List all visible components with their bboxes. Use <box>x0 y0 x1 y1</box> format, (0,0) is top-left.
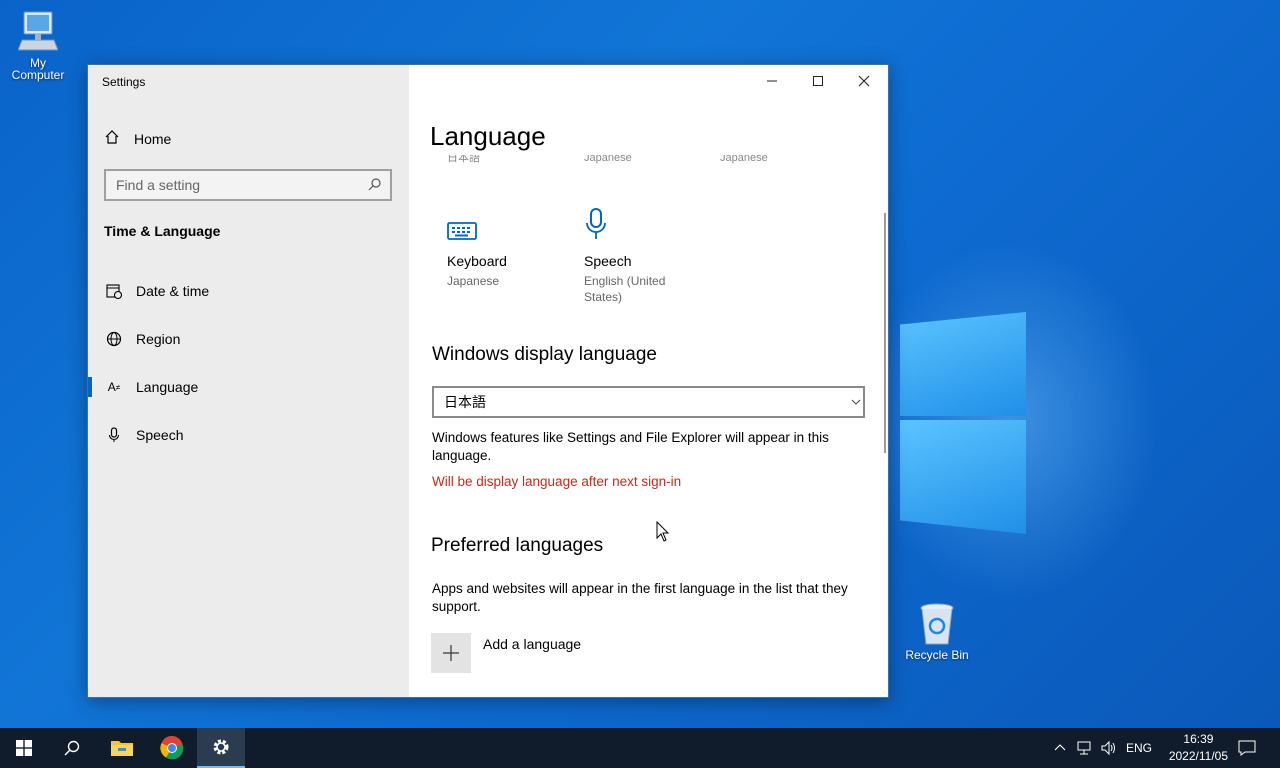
input-language-indicator[interactable]: ENG <box>1126 728 1152 768</box>
volume-tray-button[interactable] <box>1100 728 1118 768</box>
home-icon <box>104 129 120 148</box>
windows-wallpaper-logo <box>900 298 1030 538</box>
recycle-bin-icon <box>917 602 957 646</box>
search-placeholder: Find a setting <box>116 177 201 193</box>
minimize-button[interactable] <box>749 65 795 97</box>
display-language-description: Windows features like Settings and File … <box>432 430 829 463</box>
settings-window: Settings Home Find a setting Time & Lang… <box>87 64 889 698</box>
taskbar-settings[interactable] <box>197 728 245 768</box>
feature-title: Keyboard <box>447 253 507 269</box>
sidebar-item-label: Date & time <box>136 283 210 299</box>
sidebar-item-label: Region <box>136 331 181 347</box>
settings-content: Language 日本語 Japanese Japanese Keyboard … <box>409 65 888 697</box>
microphone-icon <box>106 427 122 443</box>
feature-keyboard[interactable]: Keyboard Japanese <box>447 205 567 289</box>
taskbar-clock[interactable]: 16:39 2022/11/05 <box>1169 731 1228 765</box>
sidebar-item-language[interactable]: A ≠ Language <box>88 367 409 407</box>
feature-subtitle: Japanese <box>447 274 500 288</box>
search-icon <box>368 177 382 194</box>
sidebar-item-label: Language <box>136 379 199 395</box>
feature-title: Speech <box>584 253 632 269</box>
taskbar-chrome[interactable] <box>148 728 196 768</box>
sidebar-item-speech[interactable]: Speech <box>88 415 409 455</box>
chevron-down-icon <box>851 394 861 410</box>
settings-sidebar: Settings Home Find a setting Time & Lang… <box>88 65 409 697</box>
keyboard-icon <box>447 205 567 241</box>
desktop-icon-recycle-bin[interactable]: Recycle Bin <box>899 602 975 662</box>
sidebar-home[interactable]: Home <box>104 129 171 148</box>
sidebar-item-label: Speech <box>136 427 184 443</box>
gear-icon <box>213 739 229 755</box>
cut-off-label: Japanese <box>584 155 632 164</box>
windows-start-icon <box>16 740 32 756</box>
content-scrollbar[interactable] <box>884 213 886 453</box>
dropdown-selected-value: 日本語 <box>444 394 486 410</box>
plus-icon <box>431 633 471 673</box>
taskbar-file-explorer[interactable] <box>98 728 146 768</box>
clock-date: 2022/11/05 <box>1168 749 1228 763</box>
section-title: Time & Language <box>104 223 221 239</box>
chrome-icon <box>160 736 184 760</box>
desktop-icon-label: Recycle Bin <box>905 648 969 662</box>
notification-icon <box>1238 740 1256 756</box>
sidebar-item-date-time[interactable]: Date & time <box>88 271 409 311</box>
desktop-icon-label: Computer <box>11 68 65 82</box>
page-title: Language <box>430 121 546 151</box>
display-language-heading: Windows display language <box>432 344 657 365</box>
network-icon <box>1077 741 1091 755</box>
action-center-button[interactable] <box>1238 728 1256 768</box>
maximize-button[interactable] <box>795 65 841 97</box>
taskbar-search-button[interactable] <box>48 728 96 768</box>
computer-icon <box>17 8 59 54</box>
cut-off-label: Japanese <box>720 155 768 164</box>
close-button[interactable] <box>841 65 887 97</box>
cut-off-label: 日本語 <box>447 155 480 164</box>
preferred-languages-heading: Preferred languages <box>431 535 604 556</box>
chevron-up-icon <box>1054 744 1066 751</box>
feature-speech[interactable]: Speech English (United States) <box>584 205 704 305</box>
display-language-dropdown[interactable]: 日本語 <box>432 386 865 418</box>
calendar-clock-icon <box>106 283 122 299</box>
speaker-icon <box>1101 740 1115 756</box>
globe-icon <box>106 331 122 347</box>
feature-subtitle: English (United States) <box>584 274 666 304</box>
window-title: Settings <box>102 75 146 89</box>
show-hidden-icons-button[interactable] <box>1054 728 1066 768</box>
search-input[interactable]: Find a setting <box>104 169 392 201</box>
taskbar: ENG 16:39 2022/11/05 <box>0 728 1280 768</box>
folder-icon <box>111 741 133 756</box>
start-button[interactable] <box>0 728 48 768</box>
mouse-cursor-icon <box>656 520 670 548</box>
language-icon: A ≠ <box>107 380 121 394</box>
sign-in-warning: Will be display language after next sign… <box>432 474 682 489</box>
search-icon <box>64 740 80 756</box>
network-tray-button[interactable] <box>1076 728 1094 768</box>
sidebar-item-region[interactable]: Region <box>88 319 409 359</box>
desktop-icon-my-computer[interactable]: My Computer <box>0 8 76 82</box>
add-language-button[interactable]: Add a language <box>431 633 581 673</box>
microphone-icon <box>584 205 704 241</box>
sidebar-home-label: Home <box>134 130 172 147</box>
clock-time: 16:39 <box>1183 732 1214 746</box>
add-language-label: Add a language <box>483 636 582 652</box>
preferred-languages-description: Apps and websites will appear in the fir… <box>432 581 848 614</box>
